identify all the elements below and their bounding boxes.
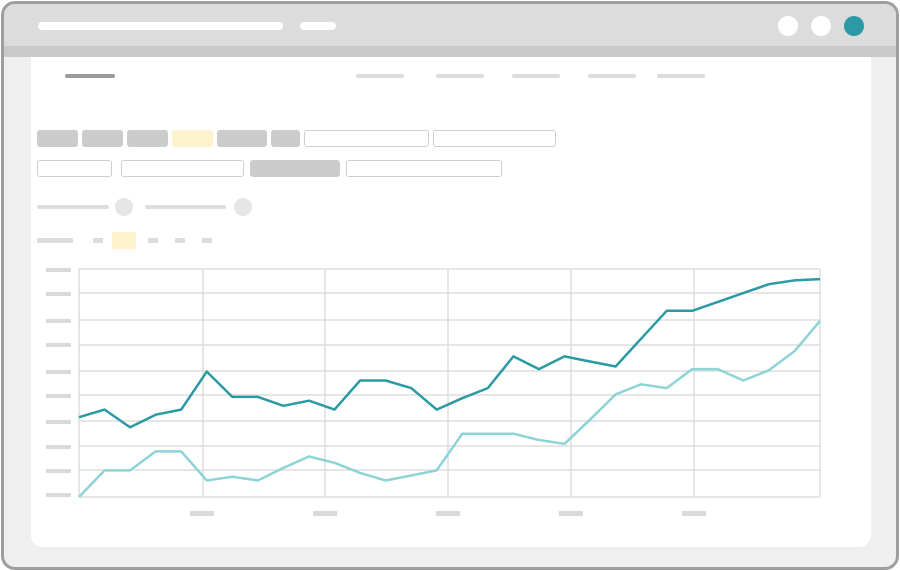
page-content [31,57,871,547]
close-button[interactable] [844,16,864,36]
toolbar-strip [4,46,896,57]
minimize-button[interactable] [778,16,798,36]
series-line-1 [78,277,821,429]
tab-pill[interactable] [300,22,336,30]
line-chart [78,268,821,498]
address-bar[interactable] [38,22,283,30]
maximize-button[interactable] [811,16,831,36]
chart-series [78,277,821,498]
title-bar [4,4,896,46]
browser-window [1,1,899,570]
